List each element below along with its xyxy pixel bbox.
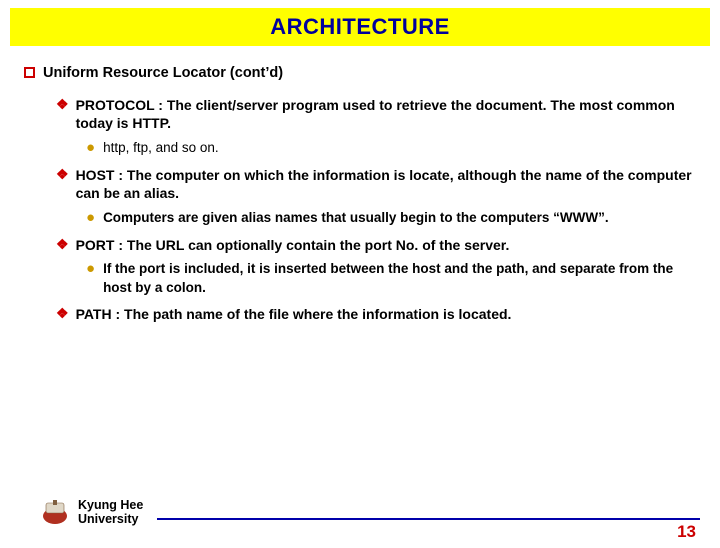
subitem-text: If the port is included, it is inserted … (103, 260, 696, 296)
footer-divider (157, 518, 700, 520)
section-text: Uniform Resource Locator (cont’d) (43, 64, 283, 84)
item-host: ❖ HOST : The computer on which the infor… (56, 166, 696, 204)
section-heading: Uniform Resource Locator (cont’d) (24, 64, 696, 84)
slide-content: Uniform Resource Locator (cont’d) ❖ PROT… (0, 46, 720, 324)
diamond-bullet-icon: ❖ (56, 166, 69, 204)
university-logo-icon (40, 498, 70, 526)
item-text: PORT : The URL can optionally contain th… (76, 236, 510, 255)
diamond-bullet-icon: ❖ (56, 236, 69, 255)
item-path: ❖ PATH : The path name of the file where… (56, 305, 696, 324)
disc-bullet-icon: ● (86, 139, 95, 157)
uni-line1: Kyung Hee (78, 498, 143, 512)
diamond-bullet-icon: ❖ (56, 96, 69, 134)
subitem-text: Computers are given alias names that usu… (103, 209, 609, 227)
footer: Kyung Hee University (0, 490, 720, 534)
uni-line2: University (78, 512, 143, 526)
disc-bullet-icon: ● (86, 260, 95, 296)
subitem: ● http, ftp, and so on. (86, 139, 696, 157)
slide-title: ARCHITECTURE (270, 14, 450, 40)
item-protocol: ❖ PROTOCOL : The client/server program u… (56, 96, 696, 134)
disc-bullet-icon: ● (86, 209, 95, 227)
item-text: PROTOCOL : The client/server program use… (76, 96, 696, 134)
university-name: Kyung Hee University (78, 498, 143, 527)
square-bullet-icon (24, 67, 35, 78)
item-text: PATH : The path name of the file where t… (76, 305, 512, 324)
item-text: HOST : The computer on which the informa… (76, 166, 696, 204)
subitem: ● If the port is included, it is inserte… (86, 260, 696, 296)
title-bar: ARCHITECTURE (10, 8, 710, 46)
subitem: ● Computers are given alias names that u… (86, 209, 696, 227)
diamond-bullet-icon: ❖ (56, 305, 69, 324)
item-port: ❖ PORT : The URL can optionally contain … (56, 236, 696, 255)
subitem-text: http, ftp, and so on. (103, 139, 219, 157)
page-number: 13 (677, 522, 696, 542)
